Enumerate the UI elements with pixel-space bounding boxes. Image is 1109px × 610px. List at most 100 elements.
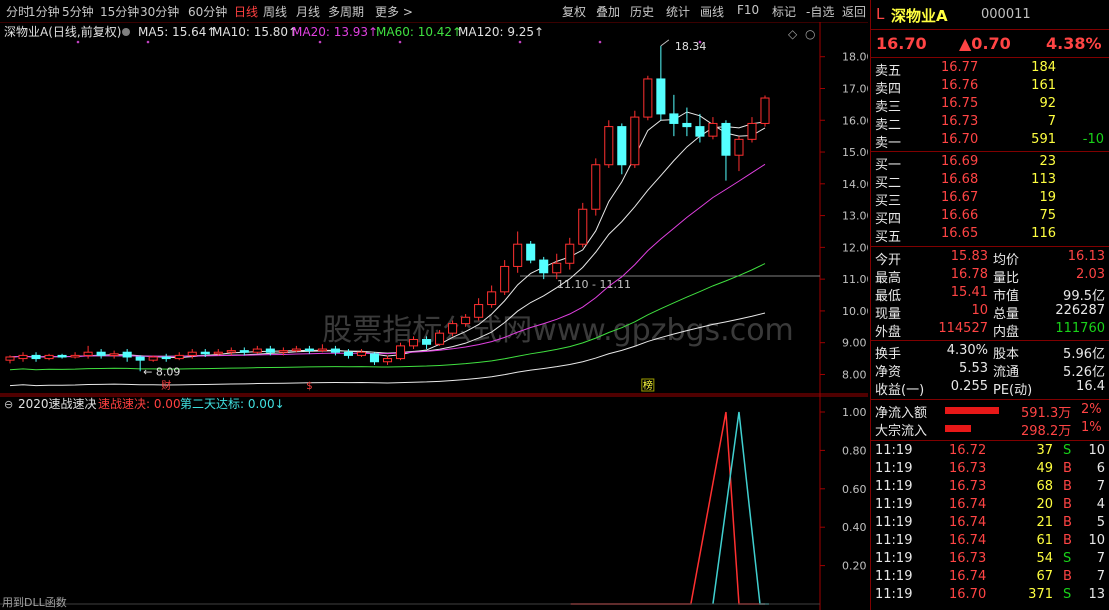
stat-value: 2.03 bbox=[1076, 267, 1105, 282]
candle-body[interactable] bbox=[682, 122, 692, 128]
candle-body[interactable] bbox=[382, 358, 393, 363]
period-tab-0[interactable]: 分时 bbox=[6, 3, 30, 20]
toolbar-button-0[interactable]: 复权 bbox=[562, 3, 586, 20]
period-tab-4[interactable]: 30分钟 bbox=[140, 3, 179, 20]
candle-body[interactable] bbox=[500, 265, 510, 293]
tick-row: 11:19 16.70 371 S 13 bbox=[871, 587, 1109, 605]
candle-body[interactable] bbox=[148, 356, 158, 361]
candle-body[interactable] bbox=[578, 208, 588, 245]
period-tab-5[interactable]: 60分钟 bbox=[188, 3, 227, 20]
candle-body[interactable] bbox=[161, 356, 171, 360]
candle-body[interactable] bbox=[760, 97, 770, 124]
candle-body[interactable] bbox=[539, 259, 549, 274]
candle-body[interactable] bbox=[526, 243, 536, 261]
candle-body[interactable] bbox=[187, 351, 197, 356]
candle-body[interactable] bbox=[369, 353, 380, 363]
flow-label: 大宗流入 bbox=[875, 424, 928, 439]
candle-body[interactable] bbox=[422, 339, 432, 345]
kline-chart-area[interactable]: 深物业A(日线,前复权) MA5: 15.64↑MA10: 15.80↑MA20:… bbox=[0, 22, 868, 610]
candle-body[interactable] bbox=[304, 348, 314, 352]
tick-row: 11:19 16.74 21 B 5 bbox=[871, 515, 1109, 533]
toolbar-button-8[interactable]: 返回 bbox=[842, 3, 866, 20]
candle-body[interactable] bbox=[734, 138, 744, 156]
ask-label: 卖四 bbox=[875, 82, 902, 97]
candle-body[interactable] bbox=[278, 350, 288, 353]
candle-body[interactable] bbox=[643, 78, 653, 118]
candle-body[interactable] bbox=[239, 350, 249, 353]
candle-body[interactable] bbox=[5, 356, 15, 361]
candle-body[interactable] bbox=[31, 354, 41, 360]
period-tab-8[interactable]: 月线 bbox=[296, 3, 320, 20]
dll-footer: 用到DLL函数 bbox=[2, 596, 67, 609]
candle-body[interactable] bbox=[591, 164, 601, 210]
candle-body[interactable] bbox=[474, 304, 484, 318]
period-tab-10[interactable]: 更多 > bbox=[375, 3, 413, 20]
candle-body[interactable] bbox=[200, 351, 210, 355]
candle-body[interactable] bbox=[487, 291, 497, 306]
toolbar-button-4[interactable]: 画线 bbox=[700, 3, 724, 20]
top-dot bbox=[598, 40, 602, 44]
period-tab-1[interactable]: 1分钟 bbox=[28, 3, 60, 20]
candle-body[interactable] bbox=[330, 348, 340, 353]
candle-body[interactable] bbox=[356, 351, 367, 356]
toolbar-button-3[interactable]: 统计 bbox=[666, 3, 690, 20]
candle-body[interactable] bbox=[317, 348, 327, 352]
candle-body[interactable] bbox=[395, 345, 406, 360]
candle-body[interactable] bbox=[656, 78, 666, 115]
toolbar-button-7[interactable]: -自选 bbox=[806, 3, 834, 20]
candle-body[interactable] bbox=[630, 116, 640, 166]
candle-body[interactable] bbox=[552, 262, 562, 274]
candle-body[interactable] bbox=[18, 354, 28, 360]
candle-body[interactable] bbox=[109, 353, 119, 356]
stat2-value: 5.26亿 bbox=[1063, 365, 1105, 380]
candle-body[interactable] bbox=[408, 339, 419, 347]
candle-body[interactable] bbox=[695, 126, 705, 137]
candle-body[interactable] bbox=[448, 323, 458, 334]
tick-row: 11:19 16.74 61 B 10 bbox=[871, 533, 1109, 551]
candle-body[interactable] bbox=[708, 122, 718, 137]
candle-body[interactable] bbox=[604, 126, 614, 166]
candle-body[interactable] bbox=[135, 356, 145, 361]
candle-body[interactable] bbox=[57, 354, 67, 358]
candle-body[interactable] bbox=[669, 113, 679, 124]
candle-body[interactable] bbox=[461, 316, 471, 325]
period-tab-7[interactable]: 周线 bbox=[263, 3, 287, 20]
candle-body[interactable] bbox=[343, 351, 353, 356]
candle-body[interactable] bbox=[213, 351, 223, 355]
tick-time: 11:19 bbox=[875, 569, 913, 584]
candle-body[interactable] bbox=[617, 126, 627, 166]
candle-body[interactable] bbox=[435, 332, 445, 345]
period-tab-9[interactable]: 多周期 bbox=[328, 3, 364, 20]
period-tab-2[interactable]: 5分钟 bbox=[62, 3, 94, 20]
candle-body[interactable] bbox=[513, 243, 523, 267]
candle-body[interactable] bbox=[122, 351, 132, 358]
candle-body[interactable] bbox=[44, 354, 54, 360]
stat2-value: 0.255 bbox=[950, 379, 988, 394]
stat-label: 现量 bbox=[875, 307, 902, 322]
toolbar-button-2[interactable]: 历史 bbox=[630, 3, 654, 20]
stock-name[interactable]: 深物业A bbox=[891, 5, 948, 26]
settings-dot-icon[interactable] bbox=[122, 28, 130, 36]
toolbar-button-5[interactable]: F10 bbox=[737, 3, 759, 17]
candle-body[interactable] bbox=[265, 348, 275, 353]
candle-body[interactable] bbox=[565, 243, 575, 264]
last-price: 16.70 bbox=[876, 34, 927, 53]
candle-body[interactable] bbox=[252, 348, 262, 353]
candle-body[interactable] bbox=[291, 348, 301, 352]
candle-body[interactable] bbox=[96, 351, 106, 356]
bid-price: 16.67 bbox=[941, 190, 979, 205]
candle-body[interactable] bbox=[747, 122, 757, 140]
candle-body[interactable] bbox=[83, 351, 93, 356]
period-tab-6[interactable]: 日线 bbox=[234, 3, 258, 20]
candle-body[interactable] bbox=[70, 354, 80, 358]
y-tick-label: 18.00 bbox=[842, 51, 868, 64]
stat2-value: 16.4 bbox=[1076, 379, 1105, 394]
period-tab-3[interactable]: 15分钟 bbox=[100, 3, 139, 20]
toolbar-button-6[interactable]: 标记 bbox=[772, 3, 796, 20]
toolbar-button-1[interactable]: 叠加 bbox=[596, 3, 620, 20]
candle-body[interactable] bbox=[174, 354, 184, 360]
candle-body[interactable] bbox=[721, 122, 731, 156]
circle-icon: ○ bbox=[805, 27, 815, 41]
stat-row: 外盘 114527 内盘 111760 bbox=[871, 321, 1109, 340]
candle-body[interactable] bbox=[226, 350, 236, 353]
